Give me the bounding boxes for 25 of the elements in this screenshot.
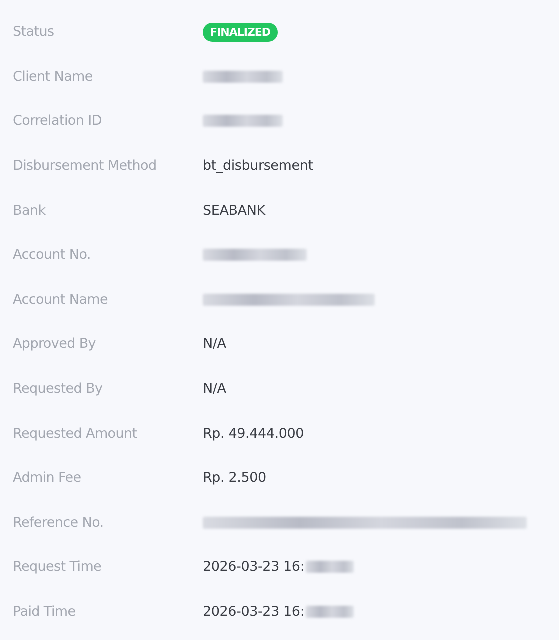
field-value: 2026-03-23 16:	[203, 604, 305, 620]
field-label: Paid Time	[13, 604, 77, 620]
field-label: Requested Amount	[13, 426, 138, 442]
field-label: Client Name	[13, 68, 94, 85]
field-value: N/A	[203, 336, 226, 352]
redacted-value	[306, 561, 354, 574]
field-value: SEABANK	[203, 202, 266, 219]
field-label: Requested By	[13, 381, 104, 398]
status-badge: FINALIZED	[203, 22, 278, 42]
field-label: Status	[13, 24, 56, 40]
field-label: Request Time	[13, 559, 103, 576]
field-label: Account No.	[13, 247, 92, 264]
field-label: Bank	[13, 202, 47, 219]
field-label: Reference No.	[13, 514, 105, 531]
field-label: Disbursement Method	[13, 158, 158, 174]
field-value: N/A	[203, 381, 226, 398]
field-label: Admin Fee	[13, 470, 82, 486]
field-label: Correlation ID	[13, 113, 103, 130]
field-label: Account Name	[13, 292, 110, 308]
field-label: Approved By	[13, 336, 97, 352]
field-value: Rp. 49.444.000	[203, 426, 304, 442]
field-value: bt_disbursement	[203, 158, 314, 174]
field-value: 2026-03-23 16:	[203, 559, 305, 576]
redacted-value	[306, 606, 354, 618]
field-value: Rp. 2.500	[203, 470, 266, 486]
